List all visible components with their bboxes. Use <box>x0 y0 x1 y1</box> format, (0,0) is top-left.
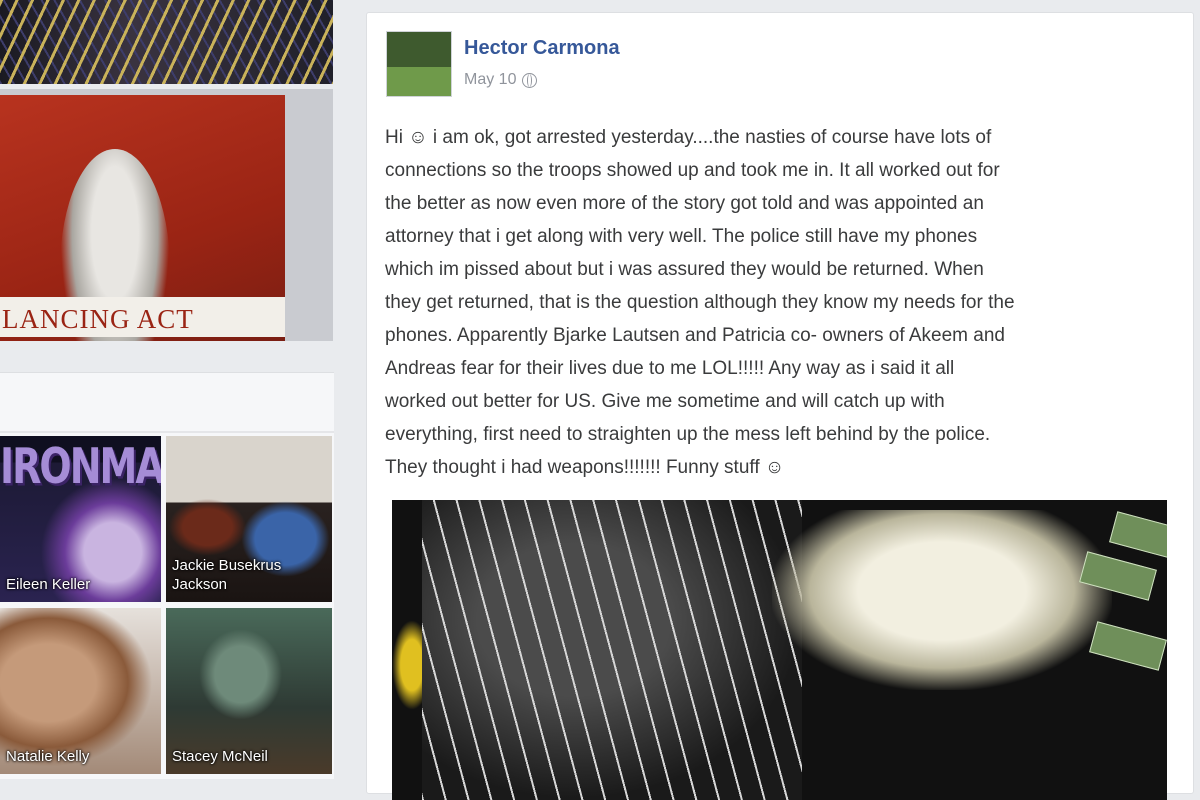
globe-icon[interactable] <box>522 72 538 88</box>
post-meta: May 10 <box>464 71 538 89</box>
puppet-hand-illustration <box>772 510 1112 690</box>
book-title: LANCING ACT <box>0 297 285 337</box>
friend-tile-eileen-keller[interactable]: IRONMARE Eileen Keller <box>0 436 161 602</box>
post-line: connections so the troops showed up and … <box>385 160 1000 181</box>
post-line: they get returned, that is the question … <box>385 292 1015 313</box>
post-card: Hector Carmona May 10 Hi ☺ i am ok, got … <box>366 12 1194 800</box>
post-line: worked out better for US. Give me someti… <box>385 391 945 412</box>
friend-tile-natalie-kelly[interactable]: Natalie Kelly <box>0 608 161 774</box>
horse-illustration <box>422 500 802 800</box>
post-line: Hi ☺ i am ok, got arrested yesterday....… <box>385 127 992 148</box>
friend-name[interactable]: Eileen Keller <box>6 575 157 594</box>
money-bill <box>1109 511 1167 561</box>
friend-name[interactable]: Natalie Kelly <box>6 747 157 766</box>
post-text: Hi ☺ i am ok, got arrested yesterday....… <box>385 121 1175 484</box>
avatar[interactable] <box>386 31 452 97</box>
author-name[interactable]: Hector Carmona <box>464 37 620 60</box>
friend-name[interactable]: Jackie Busekrus Jackson <box>172 556 328 594</box>
post-line: everything, first need to straighten up … <box>385 424 991 445</box>
photo-tile[interactable] <box>0 0 333 84</box>
left-column: LANCING ACT IRONMARE Eileen Keller Jacki… <box>0 0 334 779</box>
post-line: which im pissed about but i was assured … <box>385 259 984 280</box>
post-line: attorney that i get along with very well… <box>385 226 978 247</box>
post-line: They thought i had weapons!!!!!!! Funny … <box>385 457 785 478</box>
friend-tile-stacey-mcneil[interactable]: Stacey McNeil <box>166 608 332 774</box>
post-line: Andreas fear for their lives due to me L… <box>385 358 955 379</box>
divider <box>0 431 334 433</box>
post-line: the better as now even more of the story… <box>385 193 984 214</box>
post-image[interactable] <box>392 500 1167 800</box>
ironmare-logo-text: IRONMARE <box>0 437 161 495</box>
book-cover-photo[interactable]: LANCING ACT <box>0 89 333 341</box>
friend-tile-jackie-jackson[interactable]: Jackie Busekrus Jackson <box>166 436 332 602</box>
post-line: phones. Apparently Bjarke Lautsen and Pa… <box>385 325 1005 346</box>
post-date[interactable]: May 10 <box>464 71 516 89</box>
friend-name[interactable]: Stacey McNeil <box>172 747 328 766</box>
